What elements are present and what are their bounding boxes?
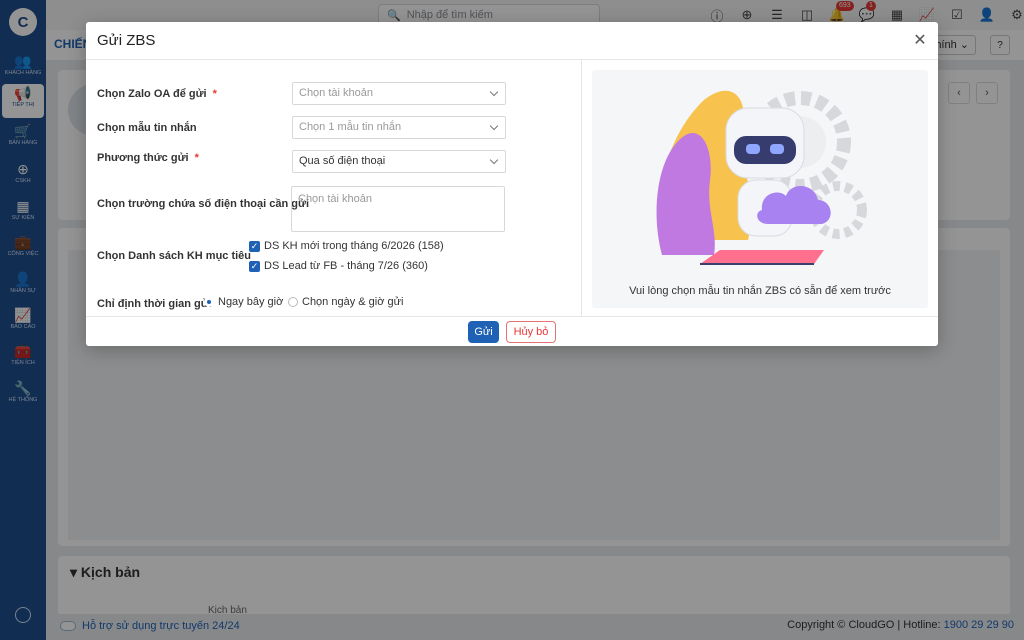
time-option-now[interactable]: Ngay bây giờ — [204, 296, 283, 308]
method-select[interactable]: Qua số điện thoại — [292, 150, 506, 173]
time-option-now-label: Ngay bây giờ — [218, 296, 284, 308]
template-select[interactable]: Chọn 1 mẫu tin nhắn — [292, 116, 506, 139]
checkbox-checked-icon[interactable]: ✓ — [249, 240, 260, 252]
close-icon[interactable]: ✕ — [910, 30, 930, 50]
template-preview-panel: Vui lòng chọn mẫu tin nhắn ZBS có sẵn để… — [592, 70, 928, 308]
method-label-text: Phương thức gửi — [97, 152, 189, 164]
method-select-value: Qua số điện thoại — [299, 155, 386, 167]
target-list-option-1-label: DS KH mới trong tháng 6/2026 (158) — [264, 240, 444, 252]
send-zbs-modal: Gửi ZBS ✕ Chọn Zalo OA để gửi * Chọn tài … — [86, 22, 938, 346]
cancel-button[interactable]: Hủy bỏ — [506, 321, 556, 343]
target-list-option-2[interactable]: ✓ DS Lead từ FB - tháng 7/26 (360) — [249, 260, 428, 272]
time-option-schedule-label: Chọn ngày & giờ gửi — [302, 296, 404, 308]
oa-select[interactable]: Chọn tài khoản — [292, 82, 506, 105]
template-select-placeholder: Chọn 1 mẫu tin nhắn — [299, 121, 402, 133]
modal-title: Gửi ZBS — [97, 32, 156, 49]
radio-empty-icon[interactable] — [288, 297, 298, 307]
time-option-schedule[interactable]: Chọn ngày & giờ gửi — [288, 296, 403, 308]
time-label: Chỉ định thời gian gửi — [97, 298, 212, 310]
method-label: Phương thức gửi * — [97, 152, 199, 164]
template-label: Chọn mẫu tin nhắn — [97, 122, 197, 134]
target-list-option-1[interactable]: ✓ DS KH mới trong tháng 6/2026 (158) — [249, 240, 444, 252]
phone-field-label: Chọn trường chứa số điện thoại cần gửi — [97, 198, 310, 210]
chevron-down-icon — [489, 87, 499, 97]
phone-field-select[interactable]: Chọn tài khoản — [291, 186, 505, 232]
modal-header: Gửi ZBS ✕ — [86, 22, 938, 60]
preview-hint: Vui lòng chọn mẫu tin nhắn ZBS có sẵn để… — [629, 285, 891, 297]
modal-footer: Gửi Hủy bỏ — [86, 316, 938, 346]
send-form: Chọn Zalo OA để gửi * Chọn tài khoản Chọn… — [86, 60, 582, 316]
radio-selected-icon[interactable] — [204, 297, 214, 307]
robot-illustration — [656, 90, 867, 265]
send-button[interactable]: Gửi — [468, 321, 499, 343]
chevron-down-icon — [489, 121, 499, 131]
required-mark: * — [212, 88, 217, 100]
oa-select-placeholder: Chọn tài khoản — [299, 87, 373, 99]
oa-label: Chọn Zalo OA để gửi * — [97, 88, 217, 100]
target-list-option-2-label: DS Lead từ FB - tháng 7/26 (360) — [264, 260, 428, 272]
required-mark: * — [194, 152, 199, 164]
chevron-down-icon — [489, 155, 499, 165]
target-list-label: Chọn Danh sách KH mục tiêu — [97, 250, 252, 262]
oa-label-text: Chọn Zalo OA để gửi — [97, 88, 207, 100]
checkbox-checked-icon[interactable]: ✓ — [249, 260, 260, 272]
